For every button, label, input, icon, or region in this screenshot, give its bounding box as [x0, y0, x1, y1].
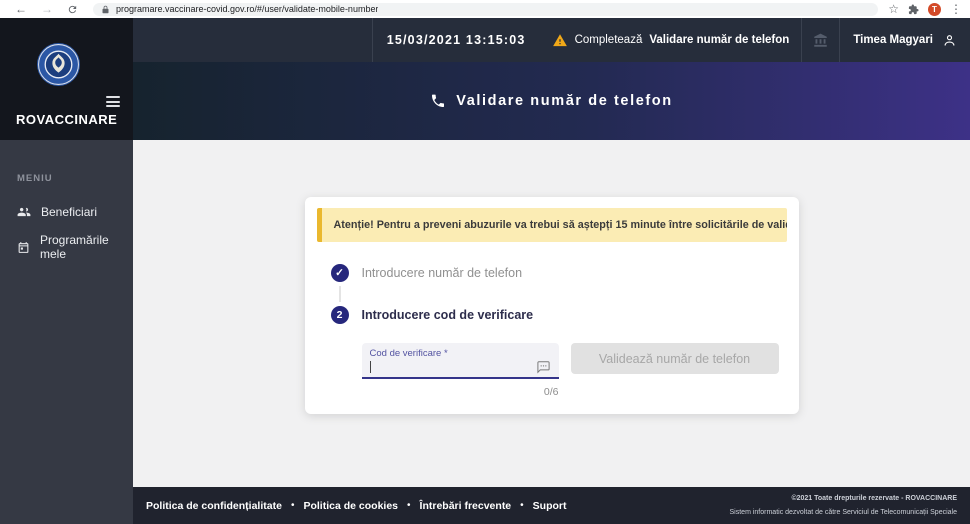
- sidebar-menu: MENIU Beneficiari Programările mele: [0, 140, 133, 268]
- footer-link-support[interactable]: Suport: [533, 500, 567, 512]
- menu-section-label: MENIU: [17, 173, 53, 184]
- step-1-check-icon: ✓: [330, 264, 349, 282]
- sidebar-item-beneficiari[interactable]: Beneficiari: [0, 198, 133, 226]
- browser-reload-icon[interactable]: [67, 4, 78, 15]
- sms-bubble-icon: [536, 360, 550, 373]
- institution-button[interactable]: [802, 18, 839, 62]
- sidebar-toggle-hamburger-icon[interactable]: [106, 96, 120, 110]
- lock-icon: [102, 5, 109, 13]
- user-account-button[interactable]: Timea Magyari: [840, 18, 970, 62]
- page-title: Validare număr de telefon: [456, 93, 673, 109]
- browser-forward-icon[interactable]: →: [41, 3, 53, 15]
- calendar-icon: [18, 241, 29, 253]
- alert-prefix: Completează: [574, 34, 643, 46]
- verification-form: Cod de verificare * 0/6 Validează număr …: [361, 343, 787, 398]
- browser-chrome: ← → programare.vaccinare-covid.gov.ro/#/…: [0, 0, 970, 18]
- copyright-text: ©2021 Toate drepturile rezervate - ROVAC…: [791, 494, 957, 502]
- text-caret: [369, 360, 371, 373]
- sidebar-item-programarile-mele[interactable]: Programările mele: [0, 226, 133, 268]
- bullet-separator: •: [520, 500, 524, 511]
- browser-menu-icon[interactable]: ⋮: [950, 3, 962, 15]
- brand-name: ROVACCINARE: [16, 112, 118, 127]
- step-connector: [338, 286, 341, 302]
- step-2-label: Introducere cod de verificare: [361, 308, 534, 322]
- browser-profile-avatar[interactable]: T: [928, 2, 941, 16]
- top-bar: 15/03/2021 13:15:03 Completează Validare…: [133, 18, 970, 62]
- main-area: Atenție! Pentru a preveni abuzurile va t…: [133, 140, 970, 487]
- step-2-number: 2: [330, 306, 349, 324]
- address-bar[interactable]: programare.vaccinare-covid.gov.ro/#/user…: [93, 2, 879, 16]
- step-1-row: ✓ Introducere număr de telefon: [330, 264, 787, 282]
- user-name: Timea Magyari: [853, 34, 933, 46]
- datetime: 15/03/2021 13:15:03: [386, 33, 526, 47]
- developer-credit-text: Sistem informatic dezvoltat de către Ser…: [729, 508, 957, 516]
- sidebar-item-label: Programările mele: [40, 233, 109, 261]
- validation-card: Atenție! Pentru a preveni abuzurile va t…: [304, 197, 799, 414]
- footer-link-faq[interactable]: Întrebări frecvente: [420, 500, 512, 512]
- browser-back-icon[interactable]: ←: [15, 3, 27, 15]
- phone-icon: [432, 94, 445, 107]
- notification-alert[interactable]: Completează Validare număr de telefon: [540, 18, 802, 62]
- bullet-separator: •: [290, 500, 295, 511]
- step-2-row: 2 Introducere cod de verificare: [330, 306, 787, 324]
- footer-link-privacy[interactable]: Politica de confidențialitate: [146, 500, 282, 512]
- warning-triangle-icon: [552, 33, 567, 46]
- sidebar-item-label: Beneficiari: [41, 205, 98, 219]
- rate-limit-warning: Atenție! Pentru a preveni abuzurile va t…: [316, 208, 787, 242]
- romanian-government-emblem: [36, 42, 81, 92]
- alert-target: Validare număr de telefon: [649, 34, 790, 46]
- verification-code-label: Cod de verificare *: [369, 348, 448, 359]
- char-counter: 0/6: [543, 386, 559, 398]
- verification-code-input[interactable]: Cod de verificare *: [361, 343, 559, 379]
- sidebar: ROVACCINARE MENIU Beneficiari Programări…: [0, 18, 133, 524]
- url-text: programare.vaccinare-covid.gov.ro/#/user…: [116, 4, 379, 14]
- footer: Politica de confidențialitate • Politica…: [133, 487, 970, 524]
- people-icon: [17, 207, 31, 217]
- stepper: ✓ Introducere număr de telefon 2 Introdu…: [330, 264, 787, 324]
- page-header: Validare număr de telefon: [133, 62, 970, 140]
- extensions-puzzle-icon[interactable]: [908, 3, 919, 15]
- bullet-separator: •: [407, 500, 411, 511]
- screen: ← → programare.vaccinare-covid.gov.ro/#/…: [0, 0, 970, 524]
- validate-phone-button[interactable]: Validează număr de telefon: [570, 343, 779, 374]
- footer-link-cookies[interactable]: Politica de cookies: [303, 500, 398, 512]
- step-1-label: Introducere număr de telefon: [361, 266, 523, 280]
- person-icon: [944, 34, 955, 46]
- logo-block: ROVACCINARE: [0, 18, 133, 140]
- bank-building-icon: [814, 33, 828, 47]
- bookmark-star-icon[interactable]: ☆: [888, 3, 899, 15]
